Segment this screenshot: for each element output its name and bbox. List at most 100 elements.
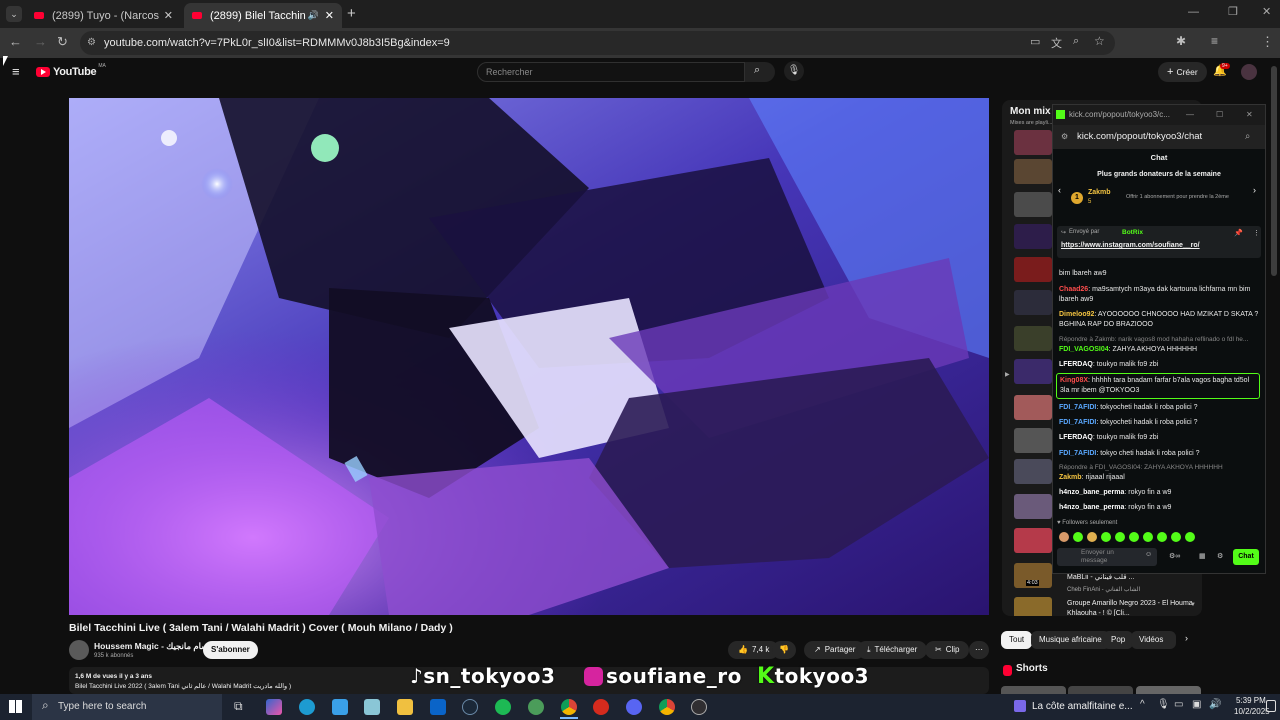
playlist-thumbnail-current[interactable] xyxy=(1014,359,1052,384)
clock-time[interactable]: 5:39 PM xyxy=(1236,696,1266,705)
emote-icon[interactable] xyxy=(1101,532,1111,542)
playlist-thumbnail[interactable] xyxy=(1014,395,1052,420)
obs-icon[interactable] xyxy=(691,699,707,715)
playlist-thumbnail[interactable] xyxy=(1014,428,1052,453)
address-bar[interactable]: ⚙ youtube.com/watch?v=7PkL0r_slI0&list=R… xyxy=(80,31,1115,55)
donors-next-icon[interactable]: › xyxy=(1253,185,1256,195)
chip-all[interactable]: Tout xyxy=(1001,631,1033,649)
playlist-item-title[interactable]: Groupe Amarillo Negro 2023 - El Houma Kh… xyxy=(1067,599,1197,616)
chips-next-icon[interactable]: › xyxy=(1185,633,1188,643)
chat-input[interactable]: Envoyer un message ☺ xyxy=(1057,548,1157,566)
emote-icon[interactable] xyxy=(1115,532,1125,542)
tab-bilel-tacchini[interactable]: (2899) Bilel Tacchini Live ( 3... 🔊 ✕ xyxy=(184,3,342,28)
channel-name[interactable]: Houssem Magic - حسام مانجيك xyxy=(94,641,214,652)
clock-date[interactable]: 10/2/2025 xyxy=(1234,707,1270,716)
playlist-thumbnail[interactable] xyxy=(1014,528,1052,553)
youtube-logo[interactable]: YouTube MA xyxy=(36,63,106,78)
donors-prev-icon[interactable]: ‹ xyxy=(1058,185,1061,195)
edge-icon[interactable] xyxy=(299,699,315,715)
emote-icon[interactable] xyxy=(1087,532,1097,542)
discord-icon[interactable] xyxy=(626,699,642,715)
notepad-icon[interactable] xyxy=(364,699,380,715)
chip-pop[interactable]: Pop xyxy=(1103,631,1134,649)
create-button[interactable]: + Créer xyxy=(1158,62,1207,82)
close-popup-icon[interactable]: ✕ xyxy=(1246,105,1253,125)
search-input[interactable]: Rechercher xyxy=(477,62,745,82)
playlist-scroll-down-icon[interactable]: ▼ xyxy=(1190,602,1196,608)
forward-icon[interactable]: → xyxy=(34,34,47,49)
send-chat-button[interactable]: Chat xyxy=(1233,549,1259,565)
zoom-icon[interactable]: ⌕ xyxy=(1073,35,1079,48)
channel-avatar[interactable] xyxy=(69,640,89,660)
playlist-thumbnail[interactable] xyxy=(1014,224,1052,249)
emote-icon[interactable] xyxy=(1129,532,1139,542)
cast-icon[interactable]: ▭ xyxy=(1030,35,1040,48)
minimize-window-icon[interactable]: — xyxy=(1188,6,1199,18)
chrome-icon[interactable] xyxy=(561,699,577,715)
network-icon[interactable]: ▣ xyxy=(1192,699,1201,710)
emote-icon[interactable] xyxy=(1185,532,1195,542)
gift-icon[interactable]: ▦ xyxy=(1199,552,1206,560)
kick-url-bar[interactable]: ⚙ kick.com/popout/tokyoo3/chat ⌕ xyxy=(1053,125,1265,149)
unpin-icon[interactable]: 📌 xyxy=(1234,229,1243,237)
extensions-puzzle-icon[interactable]: ✱ xyxy=(1176,34,1186,48)
reading-list-icon[interactable]: ≡ xyxy=(1211,34,1218,48)
download-button[interactable]: ⤓ Télécharger xyxy=(857,641,928,659)
minimize-popup-icon[interactable]: — xyxy=(1186,105,1194,125)
emoji-picker-icon[interactable]: ☺ xyxy=(1145,551,1152,558)
short-thumbnail[interactable] xyxy=(1068,686,1133,694)
taskbar-search-box[interactable]: ⌕ Type here to search xyxy=(32,694,222,720)
gear-icon[interactable]: ⚙ xyxy=(1217,552,1223,560)
video-player[interactable] xyxy=(69,98,989,615)
playlist-thumbnail[interactable] xyxy=(1014,459,1052,484)
short-thumbnail[interactable] xyxy=(1136,686,1201,694)
playlist-thumbnail[interactable] xyxy=(1014,326,1052,351)
back-icon[interactable]: ← xyxy=(9,34,22,49)
new-tab-button[interactable]: + xyxy=(347,5,356,22)
playlist-thumbnail[interactable] xyxy=(1014,257,1052,282)
store-icon[interactable] xyxy=(332,699,348,715)
volume-icon[interactable]: 🔊 xyxy=(1209,699,1221,710)
weather-widget-text[interactable]: La côte amalfitaine e... xyxy=(1032,701,1133,712)
page-scrollbar[interactable] xyxy=(1271,66,1277,276)
playlist-thumbnail[interactable] xyxy=(1014,192,1052,217)
top-donor-name[interactable]: Zakmb xyxy=(1088,189,1111,196)
windows-start-icon[interactable] xyxy=(9,700,22,713)
dislike-button[interactable]: 👎 xyxy=(772,641,796,659)
site-info-icon[interactable]: ⚙ xyxy=(87,31,96,55)
pinned-message[interactable]: ↪ Envoyé par BotRix https://www.instagra… xyxy=(1057,226,1261,258)
chip-similar-videos[interactable]: Vidéos sim xyxy=(1131,631,1176,649)
clip-button[interactable]: ✂ Clip xyxy=(925,641,970,659)
emote-icon[interactable] xyxy=(1171,532,1181,542)
close-tab-icon[interactable]: ✕ xyxy=(164,9,173,22)
reload-icon[interactable]: ↻ xyxy=(57,34,68,50)
outlook-icon[interactable] xyxy=(430,699,446,715)
more-actions-button[interactable]: ⋯ xyxy=(969,641,989,659)
gift-sub-text[interactable]: Offrir 1 abonnement pour prendre la 2ème xyxy=(1126,194,1229,200)
battery-icon[interactable]: ▭ xyxy=(1174,699,1183,710)
popup-search-icon[interactable]: ⌕ xyxy=(1245,125,1250,149)
audio-playing-icon[interactable]: 🔊 xyxy=(308,10,319,21)
weather-widget-icon[interactable] xyxy=(1014,700,1026,712)
spotify-icon[interactable] xyxy=(495,699,511,715)
bookmark-star-icon[interactable]: ☆ xyxy=(1094,34,1105,48)
voice-search-button[interactable]: 🎙 xyxy=(784,61,804,81)
tray-chevron-icon[interactable]: ^ xyxy=(1140,699,1145,710)
file-explorer-icon[interactable] xyxy=(397,699,413,715)
chrome-profile-icon[interactable] xyxy=(659,699,675,715)
emote-icon[interactable] xyxy=(1073,532,1083,542)
brave-icon[interactable] xyxy=(593,699,609,715)
playlist-thumbnail[interactable] xyxy=(1014,130,1052,155)
chat-settings-icon[interactable]: ⚙∞ xyxy=(1169,552,1180,560)
restore-window-icon[interactable]: ❐ xyxy=(1228,5,1238,18)
playlist-thumbnail[interactable] xyxy=(1014,290,1052,315)
pinned-more-icon[interactable]: ⋮ xyxy=(1253,229,1260,237)
copilot-icon[interactable] xyxy=(266,699,282,715)
short-thumbnail[interactable] xyxy=(1001,686,1066,694)
playlist-item-title[interactable]: MaBLii - قلب فيناني ... xyxy=(1067,573,1134,581)
browser-menu-icon[interactable]: ⋮ xyxy=(1261,34,1274,50)
hamburger-menu-icon[interactable]: ≡ xyxy=(12,64,20,79)
account-avatar[interactable] xyxy=(1241,64,1257,80)
playlist-thumbnail[interactable] xyxy=(1014,597,1052,616)
pinned-link[interactable]: https://www.instagram.com/soufiane__ro/ xyxy=(1061,242,1200,249)
